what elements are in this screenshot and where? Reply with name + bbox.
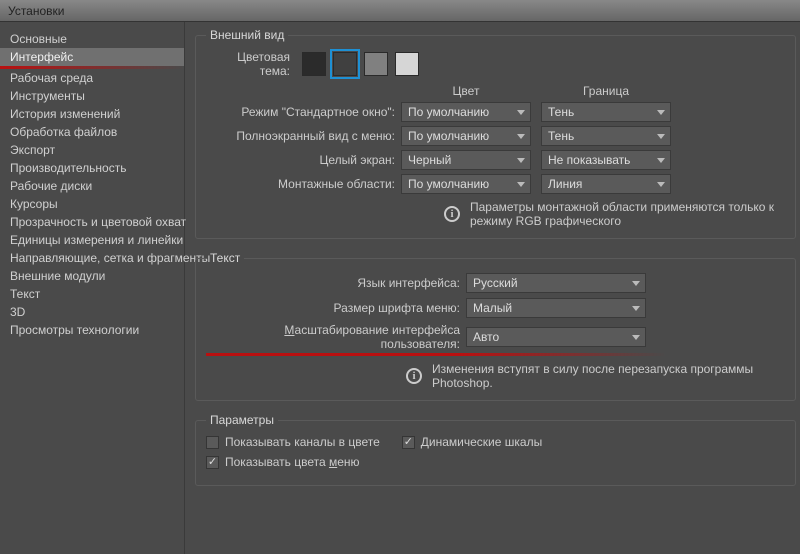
params-row-1: Показывать каналы в цвете Динамические ш… — [206, 435, 785, 449]
sidebar-item-plugins[interactable]: Внешние модули — [0, 267, 184, 285]
artboards-border-select[interactable]: Линия — [541, 174, 671, 194]
checkbox-label: Показывать каналы в цвете — [225, 435, 380, 449]
highlight-underline-scaling — [206, 353, 666, 356]
color-theme-row: Цветовая тема: — [206, 50, 785, 78]
fullscreen-menubar-row: Полноэкранный вид с меню: По умолчанию Т… — [206, 126, 785, 146]
dynamic-sliders-checkbox[interactable]: Динамические шкалы — [402, 435, 542, 449]
color-theme-swatches — [302, 52, 419, 76]
standard-screen-row: Режим "Стандартное окно": По умолчанию Т… — [206, 102, 785, 122]
text-info-text: Изменения вступят в силу после перезапус… — [432, 362, 785, 390]
ui-language-select[interactable]: Русский — [466, 273, 646, 293]
swatch-light[interactable] — [395, 52, 419, 76]
sidebar-item-text[interactable]: Текст — [0, 285, 184, 303]
sidebar-item-file-handling[interactable]: Обработка файлов — [0, 123, 184, 141]
window-titlebar: Установки — [0, 0, 800, 22]
swatch-medium[interactable] — [364, 52, 388, 76]
artboards-row: Монтажные области: По умолчанию Линия — [206, 174, 785, 194]
appearance-info-row: i Параметры монтажной области применяютс… — [206, 200, 785, 228]
standard-screen-color-select[interactable]: По умолчанию — [401, 102, 531, 122]
info-icon: i — [406, 368, 422, 384]
show-menu-colors-checkbox[interactable]: Показывать цвета меню — [206, 455, 360, 469]
sidebar-item-performance[interactable]: Производительность — [0, 159, 184, 177]
ui-scaling-select[interactable]: Авто — [466, 327, 646, 347]
standard-screen-border-select[interactable]: Тень — [541, 102, 671, 122]
sidebar: Основные Интерфейс Рабочая среда Инструм… — [0, 22, 185, 554]
artboards-color-select[interactable]: По умолчанию — [401, 174, 531, 194]
menu-font-size-label: Размер шрифта меню: — [206, 301, 466, 315]
sidebar-item-history[interactable]: История изменений — [0, 105, 184, 123]
sidebar-item-tech-preview[interactable]: Просмотры технологии — [0, 321, 184, 339]
dialog-body: Основные Интерфейс Рабочая среда Инструм… — [0, 22, 800, 554]
sidebar-item-tools[interactable]: Инструменты — [0, 87, 184, 105]
fullscreen-menubar-color-select[interactable]: По умолчанию — [401, 126, 531, 146]
checkbox-label: Динамические шкалы — [421, 435, 542, 449]
ui-scaling-row: Масштабирование интерфейса пользователя:… — [206, 323, 785, 351]
main-panel: Внешний вид Цветовая тема: Цвет Граница … — [185, 22, 800, 554]
text-info-row: i Изменения вступят в силу после перезап… — [206, 362, 785, 390]
color-column-header: Цвет — [401, 84, 531, 98]
checkbox-box — [206, 456, 219, 469]
fullscreen-border-select[interactable]: Не показывать — [541, 150, 671, 170]
border-column-header: Граница — [541, 84, 671, 98]
text-group: Текст Язык интерфейса: Русский Размер шр… — [195, 251, 796, 401]
params-row-2: Показывать цвета меню — [206, 455, 785, 469]
show-channels-color-checkbox[interactable]: Показывать каналы в цвете — [206, 435, 380, 449]
sidebar-item-scratch-disks[interactable]: Рабочие диски — [0, 177, 184, 195]
sidebar-item-3d[interactable]: 3D — [0, 303, 184, 321]
sidebar-item-workspace[interactable]: Рабочая среда — [0, 69, 184, 87]
params-group: Параметры Показывать каналы в цвете Дина… — [195, 413, 796, 486]
sidebar-item-cursors[interactable]: Курсоры — [0, 195, 184, 213]
window-title: Установки — [8, 4, 64, 18]
checkbox-box — [402, 436, 415, 449]
appearance-legend: Внешний вид — [206, 28, 288, 42]
sidebar-item-interface[interactable]: Интерфейс — [0, 48, 184, 66]
checkbox-label: Показывать цвета меню — [225, 455, 360, 469]
params-legend: Параметры — [206, 413, 278, 427]
fullscreen-label: Целый экран: — [206, 153, 401, 167]
swatch-darkest[interactable] — [302, 52, 326, 76]
fullscreen-color-select[interactable]: Черный — [401, 150, 531, 170]
artboards-label: Монтажные области: — [206, 177, 401, 191]
ui-language-label: Язык интерфейса: — [206, 276, 466, 290]
text-legend: Текст — [206, 251, 244, 265]
menu-font-size-select[interactable]: Малый — [466, 298, 646, 318]
standard-screen-label: Режим "Стандартное окно": — [206, 105, 401, 119]
sidebar-item-units[interactable]: Единицы измерения и линейки — [0, 231, 184, 249]
swatch-dark[interactable] — [333, 52, 357, 76]
appearance-info-text: Параметры монтажной области применяются … — [470, 200, 785, 228]
sidebar-item-transparency[interactable]: Прозрачность и цветовой охват — [0, 213, 184, 231]
fullscreen-menubar-border-select[interactable]: Тень — [541, 126, 671, 146]
color-theme-label: Цветовая тема: — [206, 50, 296, 78]
appearance-group: Внешний вид Цветовая тема: Цвет Граница … — [195, 28, 796, 239]
ui-language-row: Язык интерфейса: Русский — [206, 273, 785, 293]
sidebar-item-general[interactable]: Основные — [0, 30, 184, 48]
sidebar-item-guides[interactable]: Направляющие, сетка и фрагменты — [0, 249, 184, 267]
column-headers: Цвет Граница — [206, 84, 785, 98]
menu-font-size-row: Размер шрифта меню: Малый — [206, 298, 785, 318]
info-icon: i — [444, 206, 460, 222]
checkbox-box — [206, 436, 219, 449]
fullscreen-row: Целый экран: Черный Не показывать — [206, 150, 785, 170]
fullscreen-menubar-label: Полноэкранный вид с меню: — [206, 129, 401, 143]
ui-scaling-label: Масштабирование интерфейса пользователя: — [206, 323, 466, 351]
sidebar-item-export[interactable]: Экспорт — [0, 141, 184, 159]
